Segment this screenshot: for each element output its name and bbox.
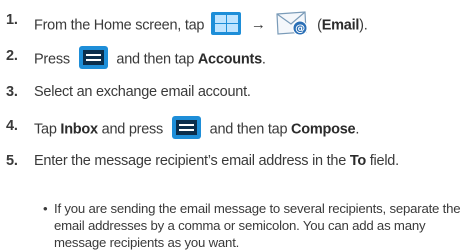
step-5-text-end: field. [369,153,399,169]
step-text: Tap Inbox and press and then tap Compose… [34,116,359,141]
step-text: From the Home screen, tap → @ (Email). [34,9,368,39]
menu-key-icon [78,46,108,69]
to-label: To [349,153,366,169]
step-5-text-a: Enter the message recipient’s email addr… [34,153,347,169]
step-text: Enter the message recipient’s email addr… [34,153,399,170]
step-4-text-a: Tap [34,121,57,138]
inbox-label: Inbox [60,121,98,138]
step-2-text-a: Press [34,51,70,68]
paren-close: ). [359,17,368,34]
step-number: 3. [6,84,18,100]
email-label: Email [321,17,360,34]
step-4-text-c: and then tap [209,121,288,138]
step-2-text-b: and then tap [116,51,195,68]
arrow-icon: → [250,16,266,34]
email-icon: @ [275,9,309,36]
step-4-text-b: and press [101,121,164,138]
bullet-dot: • [43,201,48,216]
step-number: 1. [6,12,18,28]
bullet-text: If you are sending the email message to … [54,201,461,250]
compose-label: Compose [291,121,356,138]
instructions-page: 1. From the Home screen, tap → @ (Email)… [0,0,474,252]
step-number: 5. [6,153,18,169]
step-1-text: From the Home screen, tap [34,17,205,34]
menu-key-icon [171,116,201,139]
apps-grid-icon [211,12,242,35]
step-number: 2. [6,48,18,64]
step-text: Press and then tap Accounts. [34,46,266,71]
step-3-text: Select an exchange email account. [34,84,251,100]
accounts-label: Accounts [197,51,262,68]
svg-text:@: @ [295,24,305,35]
step-number: 4. [6,118,18,134]
